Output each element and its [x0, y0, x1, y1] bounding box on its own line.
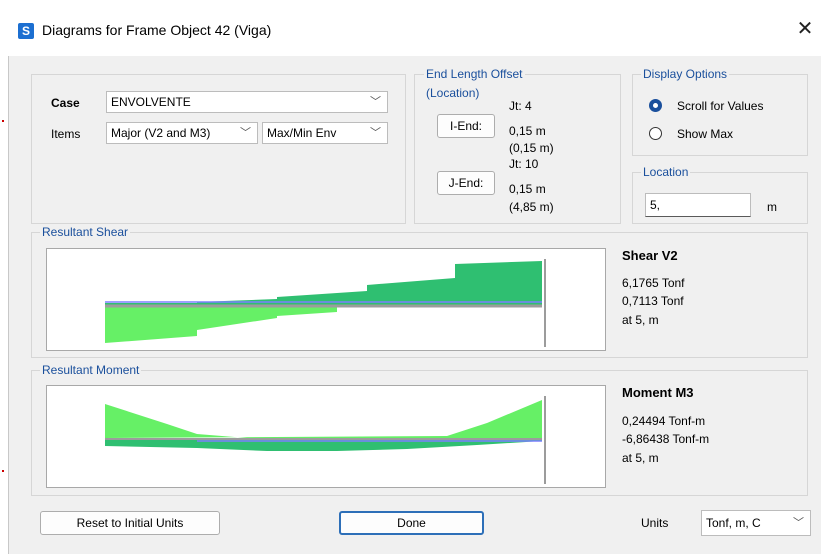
show-max-label[interactable]: Show Max	[677, 127, 733, 141]
chevron-down-icon: ﹀	[370, 127, 381, 139]
end-length-offset-subtitle: (Location)	[424, 86, 482, 100]
jend-length: 0,15 m	[509, 182, 546, 196]
items-select[interactable]: Major (V2 and M3) ﹀	[106, 122, 258, 144]
case-label: Case	[51, 96, 80, 110]
reset-units-label: Reset to Initial Units	[76, 516, 184, 530]
iend-length: 0,15 m	[509, 124, 546, 138]
display-options-group	[632, 74, 808, 156]
items-label: Items	[51, 127, 81, 141]
moment-min-value: -6,86438 Tonf-m	[622, 432, 710, 446]
end-length-offset-title: End Length Offset	[424, 67, 525, 81]
envelope-select-value: Max/Min Env	[267, 126, 337, 140]
case-select-value: ENVOLVENTE	[111, 95, 191, 109]
shear-at-location: at 5, m	[622, 313, 659, 327]
shear-diagram	[46, 248, 606, 351]
chevron-down-icon: ﹀	[793, 517, 804, 529]
display-options-title: Display Options	[641, 67, 730, 81]
iend-location: (0,15 m)	[509, 141, 554, 155]
units-select-value: Tonf, m, C	[706, 516, 761, 530]
jend-location: (4,85 m)	[509, 200, 554, 214]
shear-min-value: 0,7113 Tonf	[622, 294, 684, 308]
units-select[interactable]: Tonf, m, C ﹀	[701, 510, 811, 536]
shear-group-title: Resultant Shear	[40, 225, 131, 239]
jend-button-label: J-End:	[448, 176, 484, 190]
iend-joint: Jt: 4	[509, 99, 532, 113]
location-title: Location	[641, 165, 691, 179]
shear-diagram-canvas	[105, 259, 546, 347]
moment-group-title: Resultant Moment	[40, 363, 142, 377]
chevron-down-icon: ﹀	[240, 127, 251, 139]
iend-button[interactable]: I-End:	[437, 114, 495, 138]
background-mark	[2, 120, 4, 122]
shear-min-envelope	[105, 307, 337, 343]
moment-diagram	[46, 385, 606, 488]
case-select[interactable]: ENVOLVENTE ﹀	[106, 91, 388, 113]
done-button[interactable]: Done	[339, 511, 484, 535]
background-mark	[2, 470, 4, 472]
location-input[interactable]: 5,	[645, 193, 751, 217]
envelope-select[interactable]: Max/Min Env ﹀	[262, 122, 388, 144]
scroll-for-values-label[interactable]: Scroll for Values	[677, 99, 763, 113]
location-unit: m	[767, 200, 777, 214]
app-icon: S	[18, 23, 34, 39]
jend-button[interactable]: J-End:	[437, 171, 495, 195]
shear-max-envelope	[105, 261, 542, 305]
jend-joint: Jt: 10	[509, 157, 539, 171]
reset-units-button[interactable]: Reset to Initial Units	[40, 511, 220, 535]
close-icon[interactable]: ✕	[792, 16, 818, 42]
iend-button-label: I-End:	[449, 119, 482, 133]
done-label: Done	[397, 516, 426, 530]
chevron-down-icon: ﹀	[370, 96, 381, 108]
items-select-value: Major (V2 and M3)	[111, 126, 211, 140]
shear-max-value: 6,1765 Tonf	[622, 276, 685, 290]
moment-heading: Moment M3	[622, 385, 694, 400]
moment-diagram-canvas	[105, 396, 546, 484]
scroll-for-values-radio[interactable]	[649, 99, 662, 112]
moment-positive-envelope	[105, 400, 542, 438]
moment-at-location: at 5, m	[622, 451, 659, 465]
shear-heading: Shear V2	[622, 248, 678, 263]
show-max-radio[interactable]	[649, 127, 662, 140]
window-title: Diagrams for Frame Object 42 (Viga)	[42, 22, 272, 38]
units-label: Units	[641, 516, 669, 530]
moment-max-value: 0,24494 Tonf-m	[622, 414, 706, 428]
